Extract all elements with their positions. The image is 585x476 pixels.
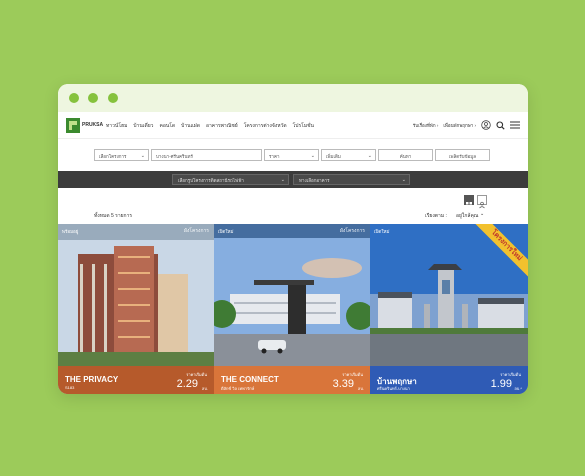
project-card[interactable]: พร้อมอยู่ ผังโครงการ THE PRIVACY S183 รา… — [58, 224, 214, 394]
price-select[interactable]: ราคา ⌄ — [264, 149, 319, 161]
chevron-down-icon: ⌄ — [367, 153, 372, 159]
header-right: รับเรื่องที่พัก › เพื่อนพักพฤกษา › — [413, 120, 520, 130]
card-subtitle: ดีลักซ์ วิล เทพารักษ์ — [221, 386, 255, 391]
nav-item-upcountry[interactable]: โครงการต่างจังหวัด — [244, 122, 287, 130]
card-footer: บ้านพฤกษา ศรีนครินทร์-บางนา ราคาเริ่มต้น… — [370, 366, 528, 394]
zone-select-label: ทางเลือกอาคาร — [299, 178, 330, 183]
card-price-label: ราคาเริ่มต้น — [342, 372, 363, 377]
project-type-select-label: เลือกโครงการ — [99, 154, 127, 159]
card-subtitle: S183 — [65, 385, 75, 390]
nav-item-commercial[interactable]: อาคารพาณิชย์ — [206, 122, 238, 130]
card-footer: THE PRIVACY S183 ราคาเริ่มต้น 2.29 ลบ. — [58, 366, 214, 394]
card-footer: THE CONNECT ดีลักซ์ วิล เทพารักษ์ ราคาเร… — [214, 366, 370, 394]
search-button[interactable]: ค้นหา — [378, 149, 433, 161]
chevron-down-icon: ⌄ — [401, 177, 406, 183]
card-price-label: ราคาเริ่มต้น — [500, 372, 521, 377]
card-price-label: ราคาเริ่มต้น — [186, 372, 207, 377]
user-icon[interactable] — [481, 120, 491, 130]
header-link-register-label: รับเรื่องที่พัก — [412, 122, 436, 128]
card-price: 3.39 — [332, 378, 354, 390]
main-nav: ทาวน์โฮม บ้านเดี่ยว คอนโด บ้านแฝด อาคารพ… — [106, 122, 314, 130]
grid-view-toggle[interactable] — [464, 195, 474, 208]
card-price-unit: ลบ. — [201, 386, 208, 391]
site-header: PRUKSA ทาวน์โฮม บ้านเดี่ยว คอนโด บ้านแฝด… — [58, 114, 528, 138]
nav-item-condo[interactable]: คอนโด — [159, 122, 175, 130]
project-card[interactable]: โครงการใหม่ เปิดใหม่ บ้านพฤกษา ศรีนครินท… — [370, 224, 528, 394]
chevron-down-icon: ⌄ — [140, 153, 145, 159]
card-price: 1.99 — [490, 378, 512, 390]
location-input[interactable]: บางนา-ศรีนครินทร์ — [151, 149, 262, 161]
card-subtitle: ศรีนครินทร์-บางนา — [377, 386, 410, 391]
grid-view-icon — [466, 202, 472, 208]
station-project-select-label: เลือกรูปโครงการติดสถานีรถไฟฟ้า — [178, 178, 244, 183]
chevron-down-icon: ⌄ — [280, 177, 285, 183]
price-select-label: ราคา — [269, 154, 280, 159]
header-link-friends-label: เพื่อนพักพฤกษา — [443, 122, 474, 128]
nav-item-twin-house[interactable]: บ้านแฝด — [181, 122, 200, 130]
sort-label: เรียงตาม : — [425, 213, 447, 219]
project-card[interactable]: เปิดใหม่ ผังโครงการ THE CONNECT ดีลักซ์ … — [214, 224, 370, 394]
nav-item-promotion[interactable]: โปรโมชั่น — [293, 122, 314, 130]
card-tag: เปิดใหม่ — [218, 229, 234, 234]
secondary-filter-bar: เลือกรูปโครงการติดสถานีรถไฟฟ้า ⌄ ทางเลือ… — [58, 171, 528, 188]
header-link-register[interactable]: รับเรื่องที่พัก › — [413, 122, 439, 129]
card-floorplan-link[interactable]: ผังโครงการ — [340, 227, 365, 235]
contact-button-label: เพลิดรับข้อมูล — [449, 154, 476, 159]
station-project-select[interactable]: เลือกรูปโครงการติดสถานีรถไฟฟ้า ⌄ — [172, 174, 289, 185]
search-icon[interactable] — [496, 120, 505, 130]
brand-name: PRUKSA — [82, 122, 104, 128]
card-tag: พร้อมอยู่ — [62, 229, 79, 234]
menu-icon[interactable] — [510, 121, 520, 129]
contact-button[interactable]: เพลิดรับข้อมูล — [435, 149, 490, 161]
project-type-select[interactable]: เลือกโครงการ ⌄ — [94, 149, 149, 161]
chevron-down-icon: ⌄ — [310, 153, 315, 159]
location-input-value: บางนา-ศรีนครินทร์ — [156, 154, 193, 159]
card-tag: เปิดใหม่ — [374, 229, 390, 234]
sort-select[interactable]: อยู่ใกล้คุณ — [456, 212, 478, 220]
card-title: THE PRIVACY — [65, 375, 119, 384]
pruksa-logo[interactable] — [66, 118, 80, 133]
header-link-friends[interactable]: เพื่อนพักพฤกษา › — [443, 122, 476, 129]
search-button-label: ค้นหา — [399, 154, 412, 159]
more-filters-select[interactable]: เพิ่มเติม ⌄ — [321, 149, 376, 161]
nav-item-townhome[interactable]: ทาวน์โฮม — [106, 122, 127, 130]
person-pin-icon — [479, 201, 485, 209]
card-floorplan-link[interactable]: ผังโครงการ — [184, 227, 209, 235]
window-minimize-dot[interactable] — [88, 93, 98, 103]
window-titlebar — [58, 84, 528, 112]
nav-item-single-house[interactable]: บ้านเดี่ยว — [133, 122, 153, 130]
card-price: 2.29 — [176, 378, 198, 390]
search-filter-bar: เลือกโครงการ ⌄ บางนา-ศรีนครินทร์ ราคา ⌄ … — [58, 138, 528, 172]
window-close-dot[interactable] — [69, 93, 79, 103]
zone-select[interactable]: ทางเลือกอาคาร ⌄ — [293, 174, 410, 185]
browser-window: PRUKSA ทาวน์โฮม บ้านเดี่ยว คอนโด บ้านแฝด… — [58, 84, 528, 394]
results-toolbar: ทั้งหมด 5 รายการ เรียงตาม : อยู่ใกล้คุณ … — [58, 188, 528, 224]
card-price-unit: ลบ. — [357, 386, 364, 391]
window-maximize-dot[interactable] — [108, 93, 118, 103]
chevron-down-icon[interactable]: ⌄ — [480, 211, 484, 217]
card-price-unit: ลบ.* — [514, 386, 522, 391]
result-count: ทั้งหมด 5 รายการ — [94, 213, 133, 219]
map-view-toggle[interactable] — [477, 195, 487, 209]
more-filters-label: เพิ่มเติม — [326, 154, 341, 159]
card-title: THE CONNECT — [221, 375, 279, 384]
